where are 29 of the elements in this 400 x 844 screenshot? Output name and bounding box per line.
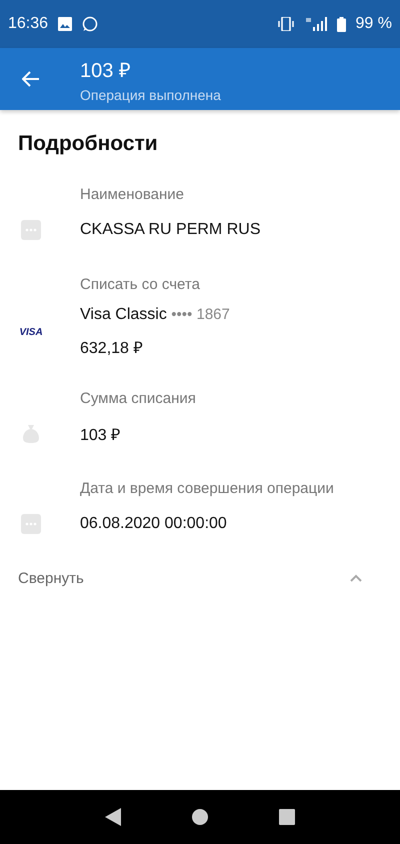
detail-value: Visa Classic •••• 1867 bbox=[80, 306, 230, 324]
card-balance: 632,18 ₽ bbox=[80, 339, 144, 358]
gallery-icon bbox=[58, 17, 72, 31]
detail-label: Наименование bbox=[80, 186, 184, 202]
detail-value: 103 ₽ bbox=[80, 426, 120, 445]
detail-label: Дата и время совершения операции bbox=[80, 480, 334, 496]
back-arrow-icon bbox=[22, 71, 40, 87]
clock: 16:36 bbox=[8, 15, 48, 33]
detail-value: 06.08.2020 00:00:00 bbox=[80, 515, 227, 533]
back-nav-icon[interactable] bbox=[105, 808, 122, 826]
chat-icon bbox=[82, 16, 98, 32]
section-title: Подробности bbox=[18, 132, 159, 156]
collapse-button[interactable]: Свернуть bbox=[0, 558, 400, 598]
card-number: •••• 1867 bbox=[171, 306, 230, 323]
detail-label: Списать со счета bbox=[80, 276, 200, 292]
money-bag-icon bbox=[22, 424, 40, 444]
recents-nav-icon[interactable] bbox=[278, 809, 295, 825]
operation-status: Операция выполнена bbox=[80, 86, 221, 102]
more-icon bbox=[21, 220, 41, 240]
battery-icon bbox=[336, 16, 346, 32]
detail-value: CKASSA RU PERM RUS bbox=[80, 221, 260, 239]
more-icon bbox=[21, 514, 41, 534]
battery-level: 99 % bbox=[356, 15, 392, 33]
home-nav-icon[interactable] bbox=[192, 809, 208, 825]
detail-label: Сумма списания bbox=[80, 390, 196, 406]
amount-title: 103 ₽ bbox=[80, 58, 132, 82]
visa-logo: VISA bbox=[19, 326, 43, 338]
signal-icon bbox=[304, 17, 327, 31]
vibrate-icon bbox=[276, 17, 295, 31]
